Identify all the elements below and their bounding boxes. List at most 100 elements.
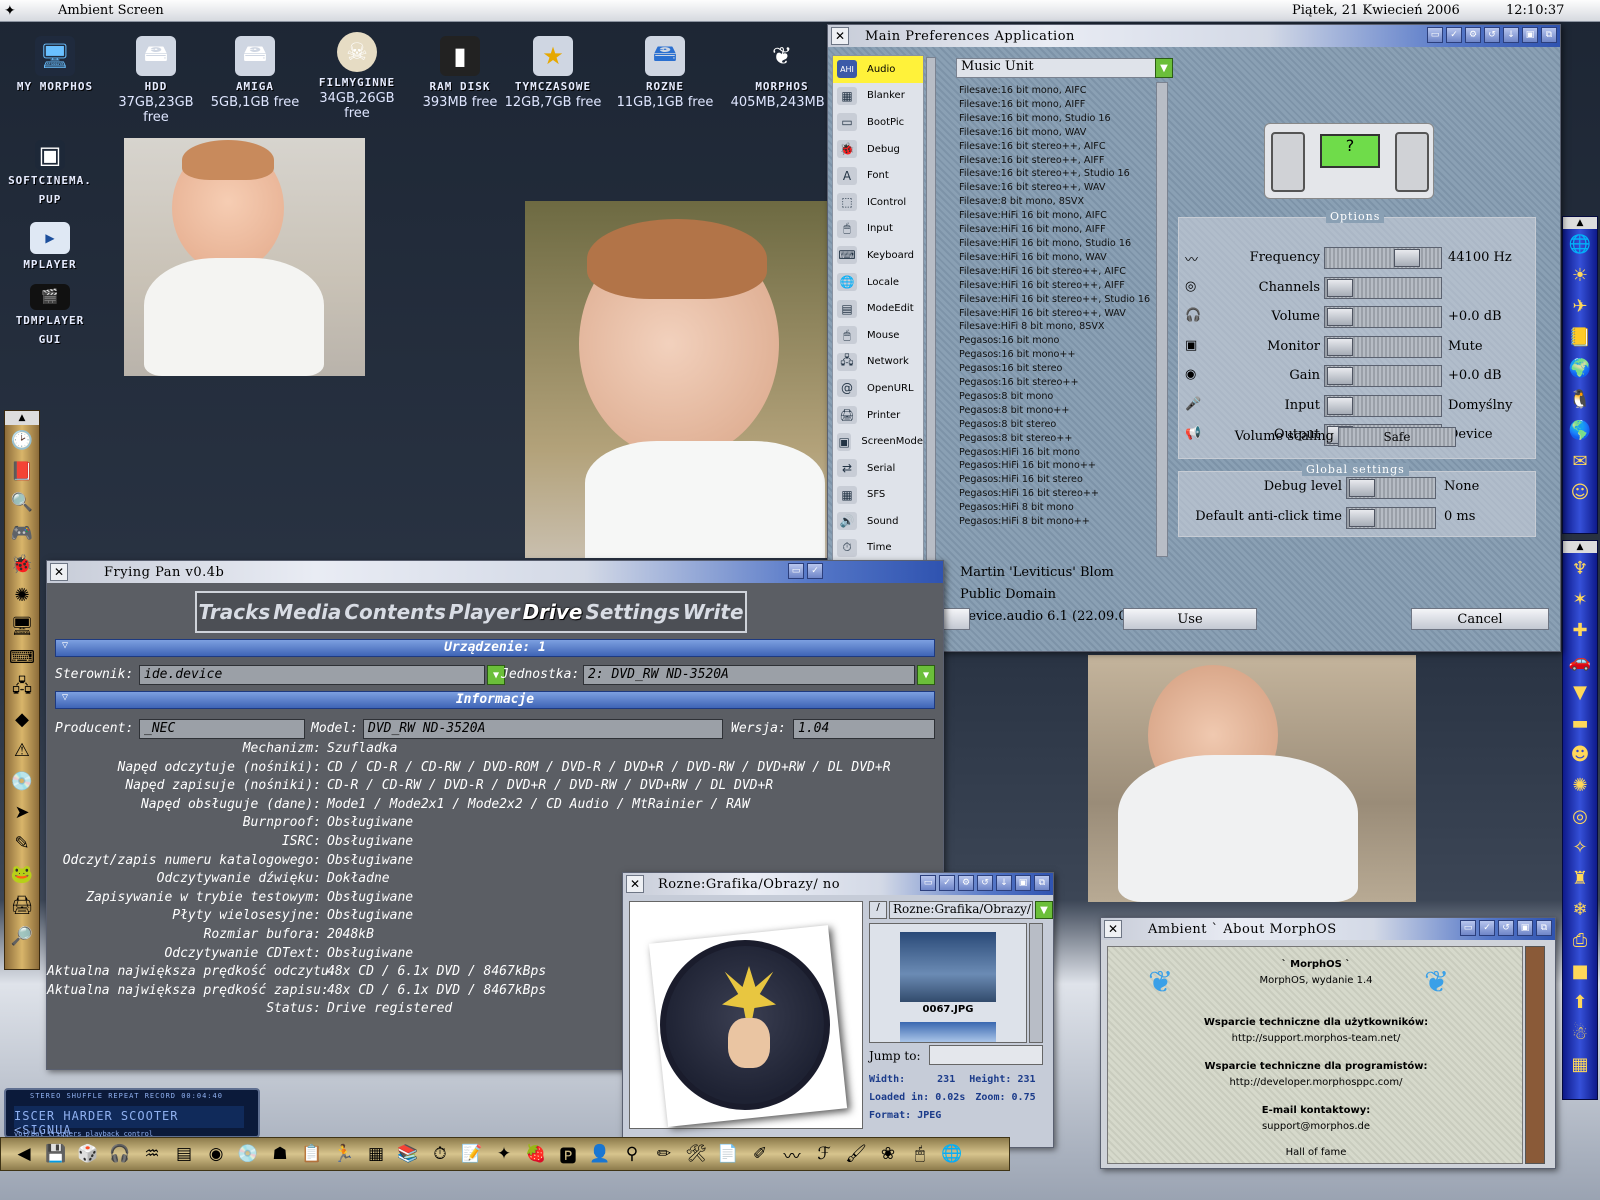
dock-logo-icon[interactable]: ✺ (5, 580, 39, 611)
snapshot-icon[interactable]: ↺ (1484, 27, 1500, 43)
car-icon[interactable]: 🚗 (1563, 646, 1597, 677)
clock-icon[interactable]: ⏱ (427, 1141, 453, 1167)
ibrowse-icon[interactable]: 🌐 (1563, 229, 1597, 260)
mode-item[interactable]: Pegasos:8 bit stereo++ (959, 432, 1153, 446)
tab-media[interactable]: Media (273, 600, 341, 624)
tab-drive[interactable]: Drive (523, 600, 583, 624)
desktop-icon-hdd[interactable]: 🖴 HDD 37GB,23GB free (106, 36, 206, 125)
robot-icon[interactable]: ♜ (1563, 863, 1597, 894)
banner-icon[interactable]: ▬ (1563, 708, 1597, 739)
tab-settings[interactable]: Settings (585, 600, 679, 624)
mode-item[interactable]: Pegasos:HiFi 16 bit stereo (959, 473, 1153, 487)
mode-item[interactable]: Filesave:HiFi 8 bit mono, 8SVX (959, 320, 1153, 334)
zoom-icon[interactable]: ▣ (1522, 27, 1538, 43)
dev-support-link[interactable]: http://developer.morphosppc.com/ (1108, 1077, 1524, 1088)
controller-field[interactable]: ide.device (139, 665, 485, 685)
snapshot-icon[interactable]: ↺ (1498, 920, 1514, 936)
category-serial[interactable]: ⇄ Serial (833, 455, 923, 482)
anti-click-slider[interactable] (1346, 507, 1436, 529)
mode-item[interactable]: Filesave:HiFi 16 bit stereo++, WAV (959, 307, 1153, 321)
chip-icon[interactable]: ▦ (363, 1141, 389, 1167)
people-icon[interactable]: ☗ (267, 1141, 293, 1167)
demon-icon[interactable]: ♆ (1563, 553, 1597, 584)
desktop-icon-tdmplayer[interactable]: 🎬 TDMPLAYER GUI (0, 284, 100, 346)
zoom-icon[interactable]: ▣ (1015, 875, 1031, 891)
category-audio[interactable]: AHI Audio (833, 56, 923, 83)
plane-icon[interactable]: ✈ (1563, 291, 1597, 322)
gain-slider[interactable] (1324, 365, 1442, 387)
depth-icon[interactable]: ⧉ (1541, 27, 1557, 43)
close-icon[interactable]: ✕ (1104, 920, 1122, 938)
mode-item[interactable]: Filesave:HiFi 16 bit mono, Studio 16 (959, 237, 1153, 251)
iconify-icon[interactable]: ▭ (920, 875, 936, 891)
flower-icon[interactable]: ❀ (875, 1141, 901, 1167)
category-modeedit[interactable]: ▤ ModeEdit (833, 295, 923, 322)
mode-item[interactable]: Pegasos:16 bit mono (959, 334, 1153, 348)
scroll-up-arrow-icon[interactable]: ▲ (5, 411, 39, 425)
clipboard-icon[interactable]: 📋 (299, 1141, 325, 1167)
cross-icon[interactable]: ✚ (1563, 615, 1597, 646)
magnet-icon[interactable]: ⚲ (619, 1141, 645, 1167)
logo-icon[interactable]: ✧ (1563, 832, 1597, 863)
printer-icon[interactable]: ⎙ (1563, 925, 1597, 956)
sun-icon[interactable]: ☀ (1563, 260, 1597, 291)
dock-book-icon[interactable]: 📕 (5, 456, 39, 487)
mode-item[interactable]: Filesave:HiFi 16 bit stereo++, Studio 16 (959, 293, 1153, 307)
category-icontrol[interactable]: ⬚ IControl (833, 189, 923, 216)
effect-icon[interactable]: ✦ (491, 1141, 517, 1167)
info-bar[interactable]: ▽ Informacje (55, 691, 935, 709)
pen-icon[interactable]: ✏ (651, 1141, 677, 1167)
mail-icon[interactable]: ✉ (1563, 446, 1597, 477)
mode-item[interactable]: Pegasos:HiFi 16 bit mono++ (959, 459, 1153, 473)
voyager-icon[interactable]: 🌍 (1563, 353, 1597, 384)
volume-scaling-cycle[interactable]: Safe (1338, 427, 1456, 447)
disk-icon[interactable]: 💾 (43, 1141, 69, 1167)
pdf-icon[interactable]: 🅿 (555, 1141, 581, 1167)
desktop-icon-filmyginne[interactable]: ☠ FILMYGINNE 34GB,26GB free (306, 32, 408, 121)
desktop-icon-tymczasowe[interactable]: ★ TYMCZASOWE 12GB,7GB free (503, 36, 603, 110)
unit-field[interactable]: 2: DVD_RW ND-3520A (583, 665, 915, 685)
monitor-slider[interactable] (1324, 335, 1442, 358)
dock-frog-icon[interactable]: 🐸 (5, 859, 39, 890)
jump-input[interactable] (929, 1045, 1043, 1065)
mode-item[interactable]: Filesave:16 bit stereo++, AIFC (959, 140, 1153, 154)
dock-magnifier-icon[interactable]: 🔍 (5, 487, 39, 518)
contact-email[interactable]: support@morphos.de (1108, 1121, 1524, 1132)
category-sound[interactable]: 🔊 Sound (833, 508, 923, 535)
note-icon[interactable]: 📝 (459, 1141, 485, 1167)
iconify-icon[interactable]: ▭ (1460, 920, 1476, 936)
wheel-icon[interactable]: ◎ (1563, 801, 1597, 832)
dock-clock-icon[interactable]: 🕑 (5, 425, 39, 456)
mode-item[interactable]: Filesave:16 bit mono, WAV (959, 126, 1153, 140)
settings-icon[interactable]: ⚙ (958, 875, 974, 891)
mode-list-scrollbar[interactable] (1156, 82, 1168, 557)
depth-icon[interactable]: ⧉ (1034, 875, 1050, 891)
cd-icon[interactable]: 💿 (235, 1141, 261, 1167)
category-openurl[interactable]: @ OpenURL (833, 375, 923, 402)
mode-item[interactable]: Pegasos:8 bit stereo (959, 418, 1153, 432)
tab-contents[interactable]: Contents (344, 600, 445, 624)
globe-icon[interactable]: 🌎 (1563, 415, 1597, 446)
runner-icon[interactable]: 🏃 (331, 1141, 357, 1167)
snow-icon[interactable]: ❄ (1563, 894, 1597, 925)
mode-item[interactable]: Pegasos:HiFi 16 bit stereo++ (959, 487, 1153, 501)
category-printer[interactable]: 🖨 Printer (833, 402, 923, 429)
category-sfs[interactable]: ▦ SFS (833, 482, 923, 509)
mouse-icon[interactable]: 🖱 (907, 1141, 933, 1167)
mode-item[interactable]: Pegasos:8 bit mono++ (959, 404, 1153, 418)
user-support-link[interactable]: http://support.morphos-team.net/ (1108, 1033, 1524, 1044)
dock-network-icon[interactable]: 🖧 (5, 673, 39, 704)
category-time[interactable]: ⏱ Time (833, 535, 923, 562)
thumbnail-list[interactable]: 0067.JPG (869, 923, 1027, 1043)
frequency-slider[interactable] (1324, 247, 1442, 269)
penguin-icon[interactable]: 🐧 (1563, 384, 1597, 415)
desktop-icon-softcinema[interactable]: ▣ SOFTCINEMA. PUP (0, 140, 100, 206)
close-icon[interactable]: ✕ (50, 563, 68, 581)
mode-item[interactable]: Pegasos:16 bit mono++ (959, 348, 1153, 362)
channels-slider[interactable] (1324, 276, 1442, 299)
grid-icon[interactable]: ▦ (1563, 1049, 1597, 1080)
thumbnail-image[interactable] (900, 932, 996, 1002)
dock-game-icon[interactable]: 🎮 (5, 518, 39, 549)
dock-disc-icon[interactable]: 💿 (5, 766, 39, 797)
desktop-icon-mplayer[interactable]: ▶ MPLAYER (0, 222, 100, 271)
